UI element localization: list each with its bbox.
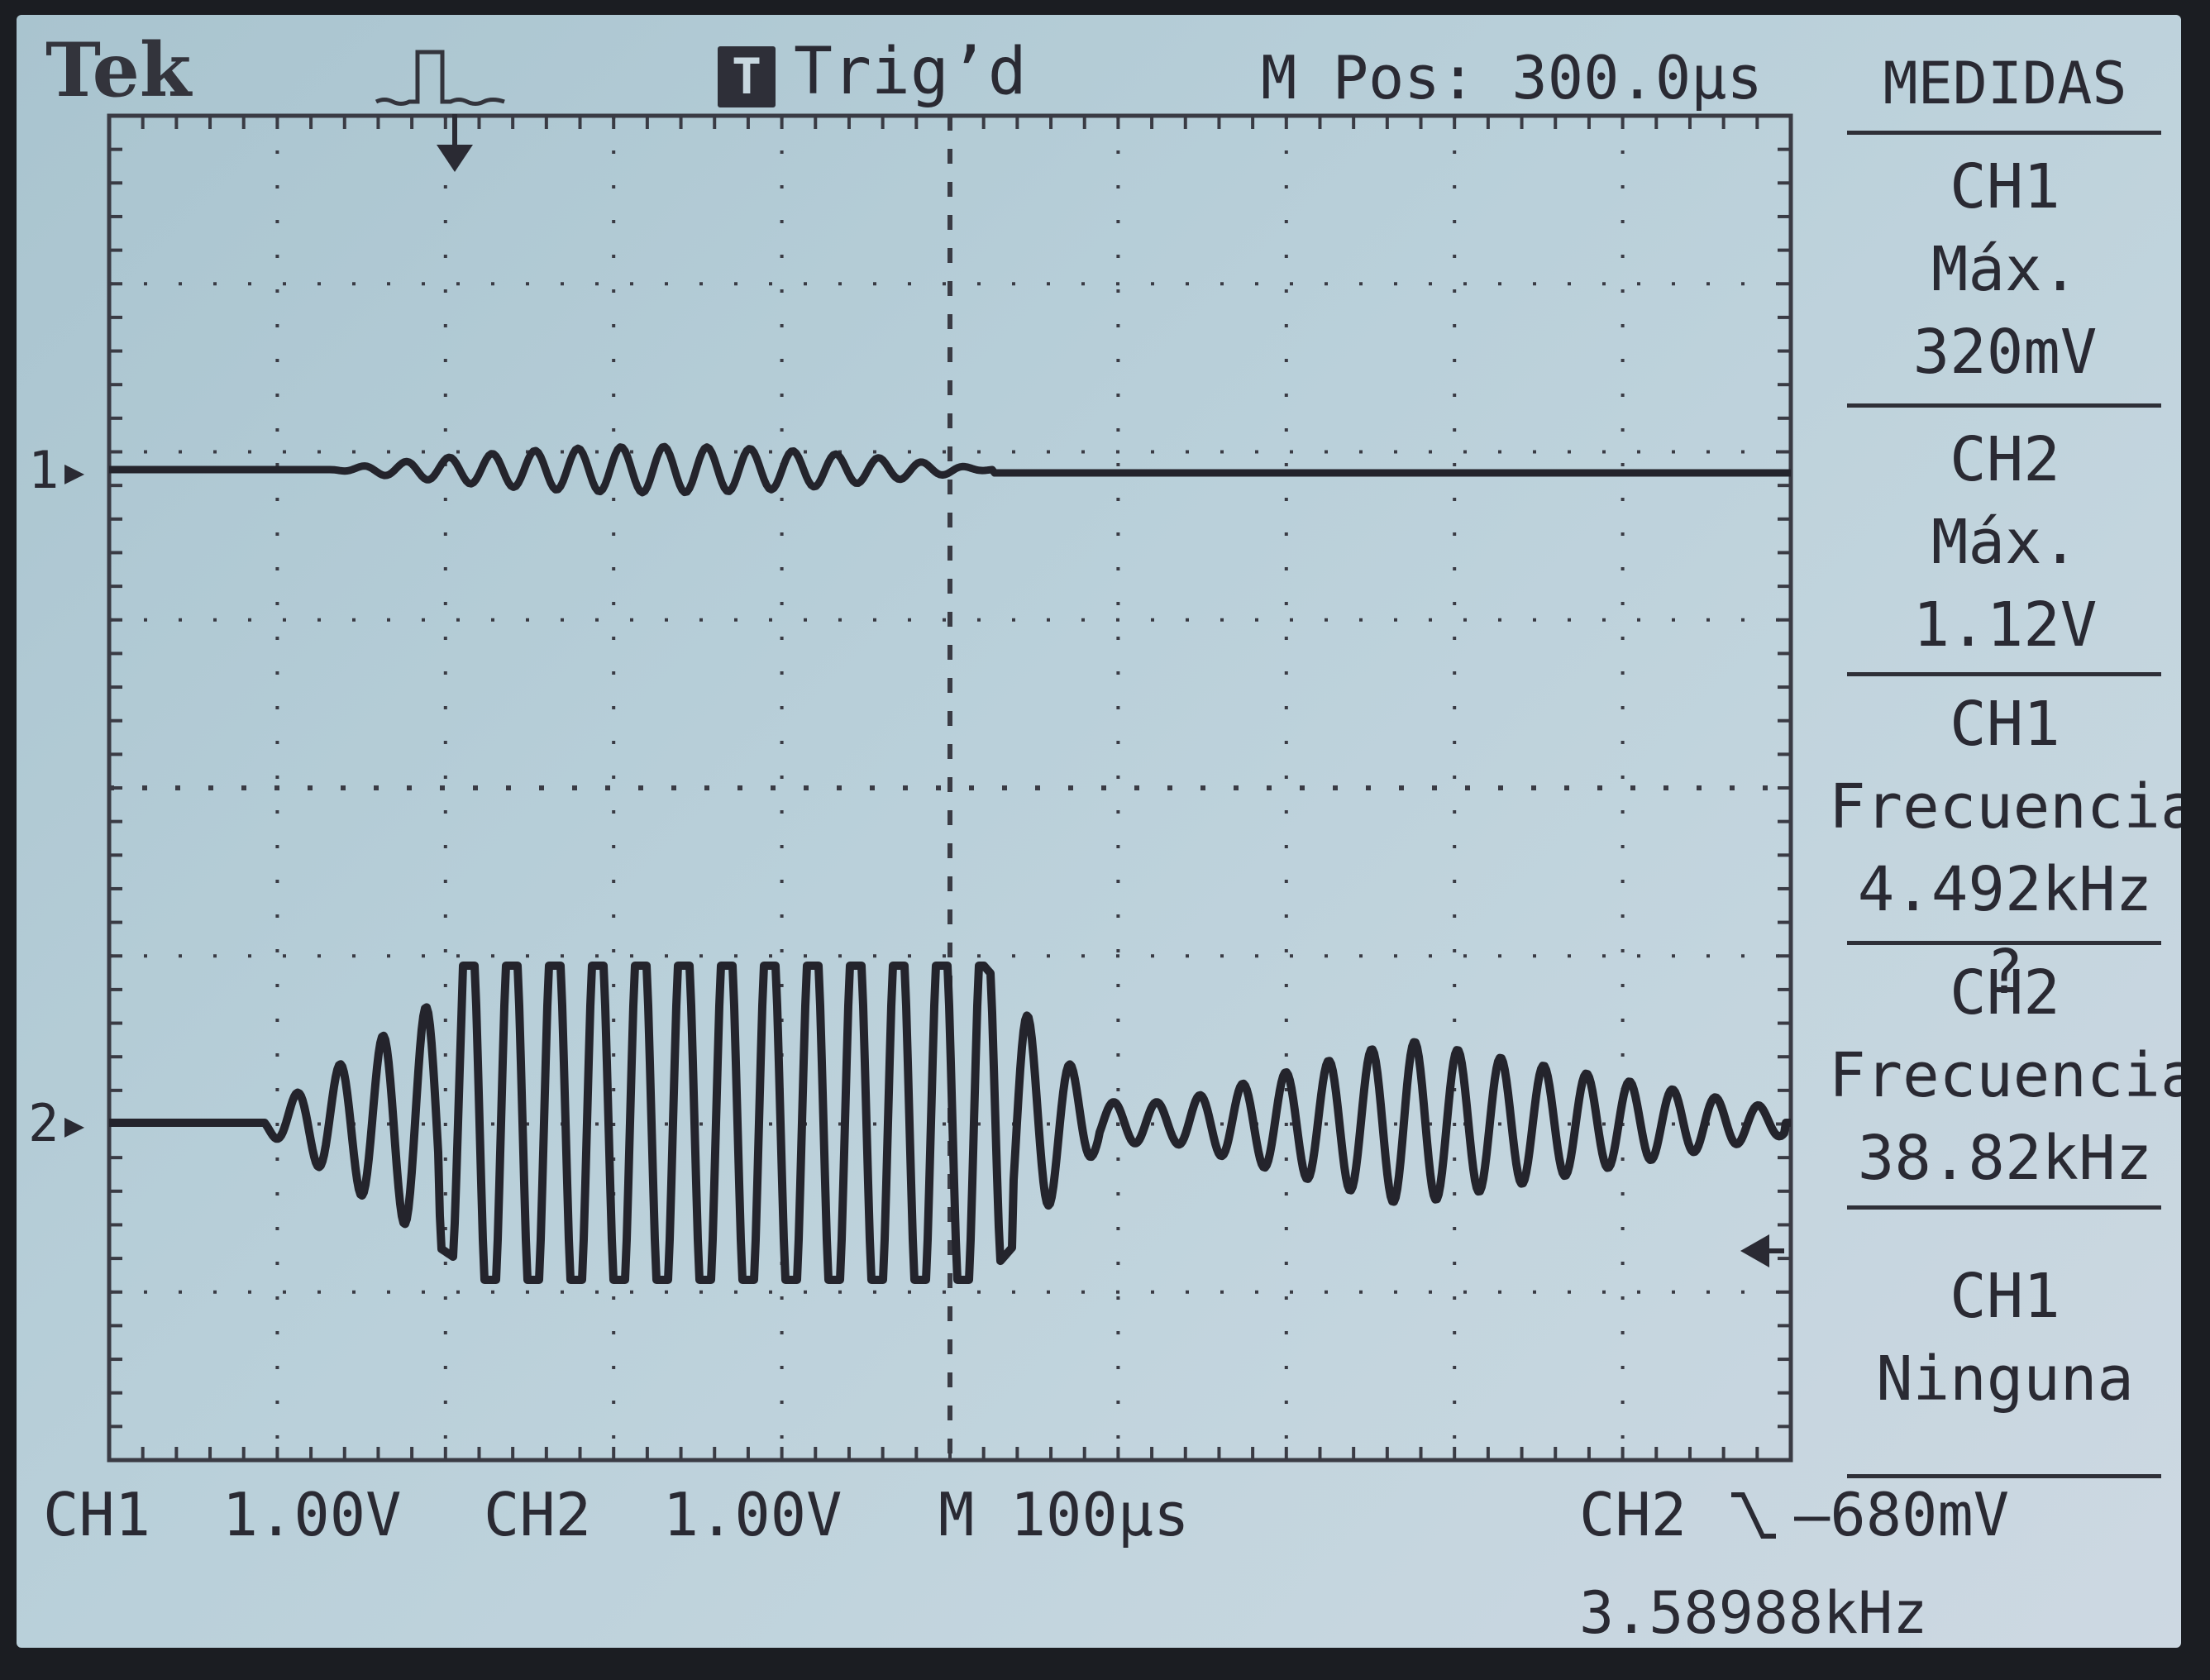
timebase: M 100µs: [938, 1480, 1190, 1549]
measurement-channel: CH1: [1950, 151, 2060, 222]
measurement-type: Máx.: [1931, 234, 2079, 305]
measurement-value: 38.82kHz: [1857, 1123, 2153, 1194]
horizontal-position: M Pos: 300.0µs: [1261, 43, 1763, 112]
measurement-panel-title: MEDIDAS: [1883, 50, 2127, 117]
measurement-channel: CH1: [1950, 689, 2060, 760]
measurement-type: Ninguna: [1876, 1344, 2134, 1415]
measurement-value: 320mV: [1912, 317, 2098, 388]
measurement-channel: CH1: [1950, 1261, 2060, 1332]
measurement-divider: [1847, 1474, 2161, 1478]
measurement-divider: [1847, 131, 2161, 135]
down-arrow-icon: [437, 114, 473, 172]
pulse-waveform-icon: [375, 50, 505, 106]
measurement-slot-2[interactable]: CH2 Máx. 1.12V: [1829, 418, 2181, 666]
trigger-source: CH2: [1579, 1480, 1687, 1549]
measurement-divider: [1847, 672, 2161, 676]
brand-logo: Tek: [45, 26, 192, 114]
measurement-slot-4[interactable]: CH2 Frecuencia 38.82kHz: [1829, 952, 2181, 1200]
measurement-panel: MEDIDAS CH1 Máx. 320mV CH2 Máx. 1.12V CH…: [1829, 15, 2181, 1648]
trigger-frequency: 3.58988kHz: [1579, 1579, 1928, 1647]
measurement-channel: CH2: [1950, 957, 2060, 1029]
left-arrow-icon: [1740, 1234, 1784, 1267]
falling-slope-icon: [1731, 1492, 1776, 1539]
measurement-divider: [1847, 941, 2161, 945]
measurement-divider: [1847, 1205, 2161, 1210]
measurement-divider: [1847, 403, 2161, 408]
measurement-slot-5[interactable]: CH1 Ninguna: [1829, 1255, 2181, 1420]
measurement-value: 1.12V: [1912, 589, 2098, 661]
ch2-waveform: [107, 962, 1793, 1284]
measurement-type: Máx.: [1931, 507, 2079, 578]
ch2-ground-marker: 2▸: [28, 1093, 90, 1153]
measurement-channel: CH2: [1950, 424, 2060, 495]
measurement-type: Frecuencia: [1829, 771, 2181, 842]
ch1-volts-per-div: CH1 1.00V: [43, 1480, 402, 1549]
measurement-type: Frecuencia: [1829, 1040, 2181, 1111]
oscilloscope-screen: Tek T Trig’d M Pos: 300.0µs 1▸ 2▸ MEDIDA…: [17, 15, 2181, 1648]
graticule-grid: [107, 113, 1793, 1463]
ch1-ground-marker: 1▸: [28, 440, 90, 500]
trigger-level: –680mV: [1794, 1480, 2010, 1549]
measurement-slot-1[interactable]: CH1 Máx. 320mV: [1829, 146, 2181, 394]
trigger-badge: T: [718, 46, 776, 107]
ch2-volts-per-div: CH2 1.00V: [484, 1480, 842, 1549]
trigger-status: Trig’d: [794, 35, 1027, 109]
